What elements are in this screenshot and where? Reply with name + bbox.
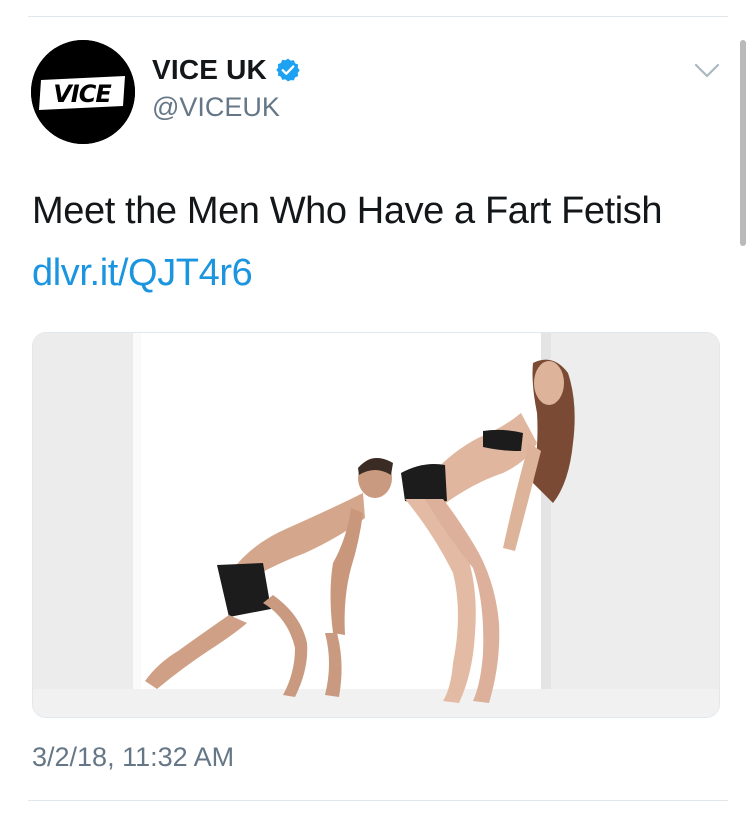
avatar[interactable]: VICE [31, 40, 135, 144]
tweet-text: Meet the Men Who Have a Fart Fetish [32, 190, 663, 232]
bottom-divider [28, 800, 728, 801]
author-name-row: VICE UK [152, 54, 301, 86]
tweet-detail-view: VICE VICE UK @VICEUK Meet the Men Who Ha… [0, 0, 750, 817]
tweet-media-photo[interactable] [32, 332, 720, 718]
tweet-link[interactable]: dlvr.it/QJT4r6 [32, 252, 253, 295]
author-handle[interactable]: @VICEUK [152, 92, 280, 123]
svg-text:VICE: VICE [53, 80, 112, 108]
tweet-timestamp[interactable]: 3/2/18, 11:32 AM [32, 742, 234, 773]
vice-logo-icon: VICE [31, 40, 135, 144]
scrollbar[interactable] [740, 40, 746, 246]
chevron-down-icon[interactable] [694, 62, 720, 80]
author-display-name[interactable]: VICE UK [152, 54, 267, 86]
verified-badge-icon [275, 57, 301, 83]
top-divider [28, 16, 728, 17]
